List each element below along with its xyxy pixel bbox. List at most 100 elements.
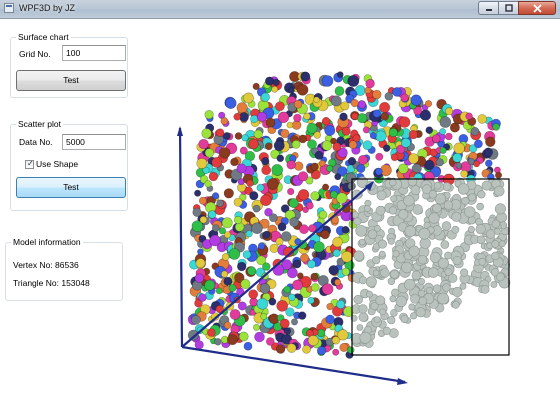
selected-scatter-point — [379, 250, 386, 258]
selected-scatter-point — [382, 326, 391, 336]
scatter-3d-scene[interactable] — [130, 20, 558, 418]
scatter-point — [209, 234, 221, 247]
scatter-point — [257, 242, 266, 250]
selected-scatter-point — [498, 240, 506, 248]
scatter-point — [223, 276, 233, 286]
scatter-point — [204, 180, 212, 188]
selected-scatter-point — [398, 209, 409, 220]
scatter-point — [328, 265, 339, 276]
selected-scatter-point — [411, 270, 421, 281]
scatter-point — [194, 189, 202, 197]
use-shape-checkbox[interactable]: ✓ — [25, 159, 34, 169]
selected-scatter-point — [476, 235, 486, 245]
scatter-point — [277, 111, 290, 124]
selected-scatter-point — [358, 312, 369, 322]
scatter-point — [341, 251, 353, 263]
selected-scatter-point — [433, 181, 442, 190]
scatter-point — [307, 296, 315, 305]
scatter-point — [261, 157, 270, 166]
surface-test-button[interactable]: Test — [16, 70, 126, 91]
close-icon — [532, 3, 542, 13]
scatter-point — [297, 189, 310, 201]
minimize-button[interactable] — [478, 1, 498, 15]
scatter-point — [207, 328, 216, 337]
scatter-point — [400, 93, 409, 102]
scatter-point — [246, 179, 254, 187]
selected-scatter-point — [401, 261, 413, 274]
scatter-point — [300, 253, 310, 263]
scatter-point — [484, 159, 493, 168]
selected-scatter-point — [389, 178, 397, 187]
scatter-point — [215, 128, 225, 137]
data-number-input[interactable]: 5000 — [62, 134, 126, 150]
scatter-point — [292, 259, 302, 269]
scatter-point — [286, 267, 298, 279]
scatter-point — [307, 334, 319, 346]
triangle-count-text: Triangle No: 153048 — [13, 278, 90, 288]
scatter-point — [220, 117, 229, 125]
selected-scatter-point — [410, 293, 420, 304]
selected-scatter-point — [390, 269, 399, 279]
scatter-point — [321, 75, 334, 87]
selected-scatter-point — [376, 190, 387, 201]
scatter-point — [318, 159, 326, 167]
close-button[interactable] — [518, 1, 556, 15]
scatter-point — [259, 283, 271, 294]
selected-scatter-point — [442, 283, 451, 292]
scatter-point — [275, 344, 286, 354]
scatter-test-button[interactable]: Test — [16, 177, 126, 198]
title-bar[interactable]: WPF3D by JZ — [0, 0, 560, 19]
scatter-point — [237, 301, 247, 311]
selected-scatter-point — [387, 237, 395, 245]
window-title: WPF3D by JZ — [19, 3, 76, 13]
scatter-point — [288, 198, 299, 209]
scatter-point — [341, 225, 350, 234]
scatter-point — [242, 250, 252, 259]
scatter-point — [248, 289, 259, 300]
selected-scatter-point — [444, 251, 452, 260]
scatter-point — [194, 273, 205, 284]
scatter-point — [347, 75, 360, 87]
scatter-point — [332, 249, 341, 258]
scatter-point — [332, 348, 340, 356]
3d-viewport[interactable] — [130, 20, 558, 418]
scatter-point — [303, 112, 311, 121]
scatter-point — [337, 71, 344, 78]
scatter-point — [320, 229, 330, 240]
selected-scatter-point — [461, 196, 470, 206]
maximize-button[interactable] — [498, 1, 518, 15]
scatter-point — [275, 237, 284, 246]
scatter-point — [253, 323, 261, 331]
selected-scatter-point — [451, 225, 460, 234]
scatter-point — [236, 102, 248, 114]
selected-scatter-point — [412, 204, 423, 215]
selected-scatter-point — [477, 190, 486, 199]
scatter-point — [365, 78, 375, 89]
scatter-point — [240, 278, 251, 289]
scatter-point — [374, 167, 383, 176]
scatter-point — [280, 128, 290, 139]
app-icon[interactable] — [4, 3, 14, 13]
scatter-point — [220, 270, 229, 278]
scatter-point — [283, 285, 292, 294]
scatter-point — [243, 92, 254, 104]
scatter-point — [233, 215, 243, 225]
scatter-point — [218, 227, 226, 235]
scatter-point — [311, 283, 320, 292]
scatter-point — [388, 127, 398, 138]
scatter-point — [285, 307, 295, 317]
scatter-point — [293, 100, 303, 109]
scatter-point — [243, 341, 253, 351]
grid-number-input[interactable]: 100 — [62, 45, 126, 61]
selected-scatter-point — [493, 185, 505, 197]
scatter-point — [214, 338, 222, 346]
scatter-point — [233, 197, 243, 207]
scatter-point — [350, 98, 359, 108]
scatter-point — [288, 293, 296, 302]
scatter-point — [318, 210, 328, 220]
selected-scatter-point — [491, 219, 501, 229]
scatter-point — [272, 78, 280, 87]
model-information-group: Model information Vertex No: 86536 Trian… — [5, 237, 123, 301]
selected-scatter-point — [353, 294, 363, 305]
scatter-point — [408, 153, 419, 164]
